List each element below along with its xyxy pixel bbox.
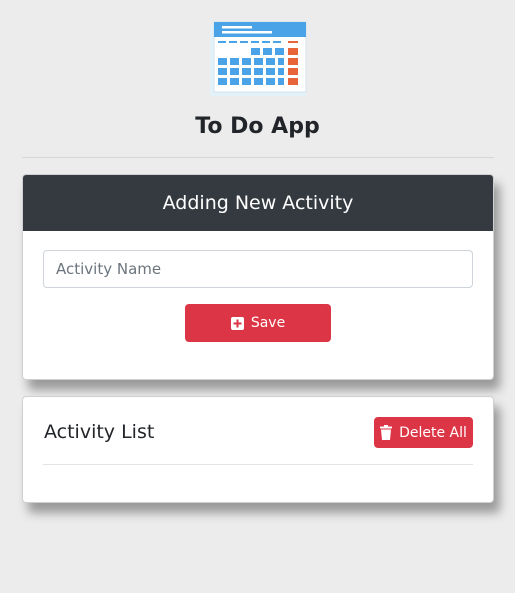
delete-all-button[interactable]: Delete All: [374, 417, 473, 448]
header-divider: [22, 157, 494, 158]
app-title: To Do App: [195, 114, 320, 139]
activity-list-title: Activity List: [44, 421, 155, 443]
add-activity-card: Adding New Activity Save: [22, 174, 494, 380]
delete-all-label: Delete All: [399, 424, 467, 441]
activity-list-card: Activity List Delete All: [22, 396, 494, 503]
calendar-icon: [210, 21, 307, 96]
activity-name-input[interactable]: [43, 250, 473, 288]
trash-icon: [380, 425, 393, 440]
save-button-label: Save: [250, 315, 286, 331]
app-page: To Do App Adding New Activity Save Activ…: [0, 0, 515, 593]
add-activity-title: Adding New Activity: [162, 192, 354, 214]
save-button[interactable]: Save: [185, 304, 331, 342]
activity-list-divider: [43, 464, 473, 465]
plus-square-icon: [230, 316, 244, 330]
add-activity-header: Adding New Activity: [23, 175, 493, 231]
